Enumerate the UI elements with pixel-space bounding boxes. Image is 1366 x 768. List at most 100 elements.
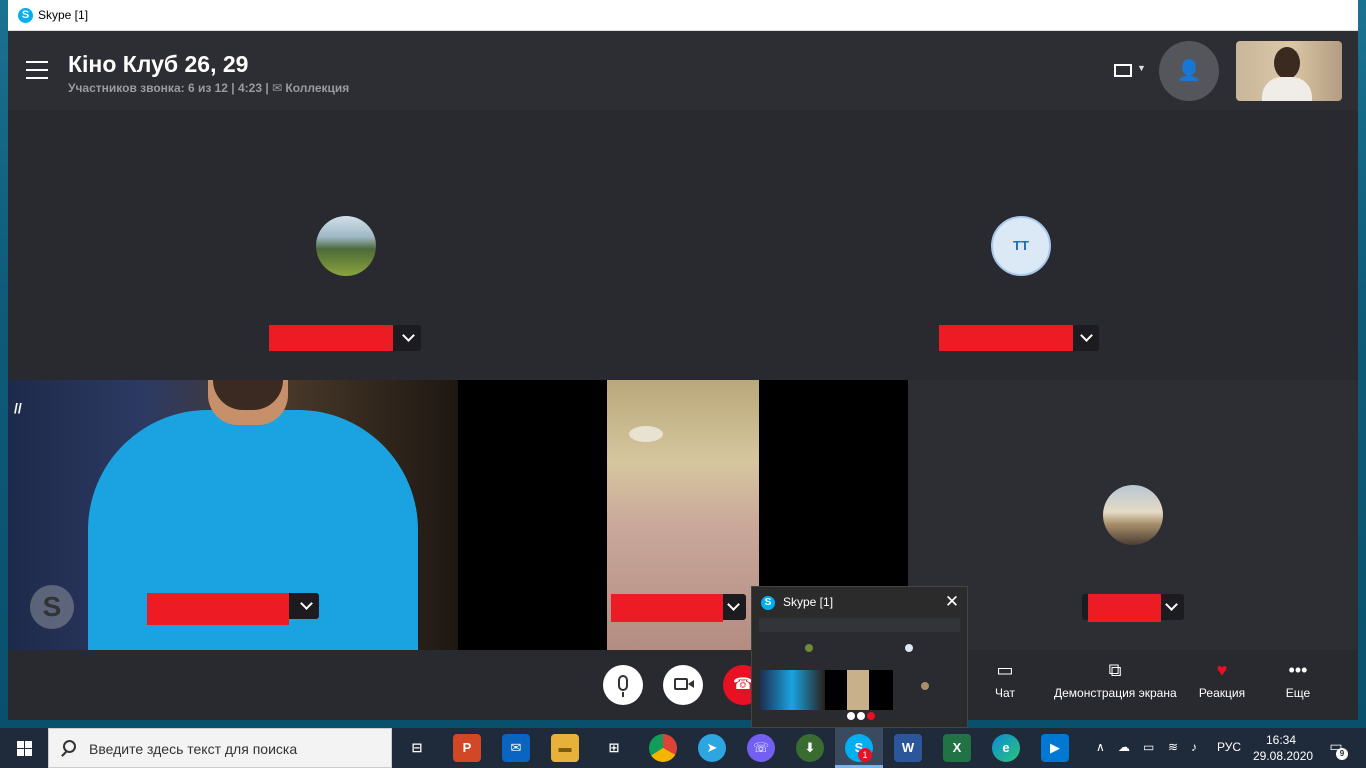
screen-share-icon: ⧉: [1108, 660, 1122, 680]
share-label: Демонстрация экрана: [1054, 686, 1177, 700]
chevron-down-icon: ▼: [1137, 63, 1146, 73]
self-body: [1262, 77, 1312, 101]
participants-stage: TT // S: [8, 110, 1358, 650]
video-black-area: [458, 380, 607, 650]
skype-window: S Skype [1] Кіно Клуб 26, 29 Участников …: [8, 0, 1358, 720]
reaction-label: Реакция: [1198, 686, 1246, 700]
media-player-icon[interactable]: ▶: [1041, 734, 1069, 762]
paused-indicator-icon: //: [14, 400, 22, 416]
thumbnail-header: S Skype [1] ✕: [752, 587, 967, 617]
redacted-name: [939, 325, 1073, 351]
preview-avatar: [805, 644, 813, 652]
taskbar-clock[interactable]: 16:34 29.08.2020: [1253, 732, 1313, 764]
onedrive-icon[interactable]: ☁: [1118, 740, 1130, 754]
self-video-preview[interactable]: [1236, 41, 1342, 101]
windows-logo-icon: [17, 741, 32, 756]
skype-logo-icon: S: [761, 596, 775, 610]
heart-icon: ♥: [1216, 660, 1228, 680]
taskbar-thumbnail[interactable]: S Skype [1] ✕: [751, 586, 968, 728]
layout-button[interactable]: ▼: [1112, 59, 1148, 83]
participant-name-pill[interactable]: [611, 594, 746, 622]
edge-icon[interactable]: e: [992, 734, 1020, 762]
windows-taskbar: Введите здесь текст для поиска ⊟ P ✉ ▬ ⊞…: [0, 728, 1366, 768]
mute-button[interactable]: [603, 665, 643, 705]
search-icon-handle: [61, 751, 67, 757]
preview-video: [847, 670, 869, 710]
camera-icon: [674, 678, 688, 690]
camera-button[interactable]: [663, 665, 703, 705]
battery-icon[interactable]: ▭: [1143, 740, 1154, 754]
notification-center-icon[interactable]: ▭ 9: [1326, 738, 1348, 760]
call-controls: ☎ ▭ Чат ⧉ Демонстрация экрана ♥ Реакция …: [8, 650, 1358, 720]
title-bar: S Skype [1]: [8, 0, 1358, 31]
file-explorer-icon[interactable]: ▬: [551, 734, 579, 762]
skype-logo-icon: S: [18, 8, 33, 23]
word-icon[interactable]: W: [894, 734, 922, 762]
chevron-down-icon: [300, 597, 313, 610]
reaction-button[interactable]: ♥ Реакция: [1198, 658, 1246, 700]
preview-control: [857, 712, 865, 720]
chat-button[interactable]: ▭ Чат: [988, 658, 1022, 700]
viber-icon[interactable]: ☏: [747, 734, 775, 762]
redacted-name: [269, 325, 393, 351]
self-head: [1274, 47, 1300, 79]
participant-name-pill[interactable]: [1082, 594, 1184, 622]
chevron-down-icon: [727, 598, 740, 611]
video-lamp: [629, 426, 663, 442]
more-label: Еще: [1285, 686, 1311, 700]
participant-name-pill[interactable]: [269, 325, 421, 351]
chevron-down-icon: [1165, 598, 1178, 611]
skype-unread-badge: 1: [858, 748, 872, 762]
window-title: Skype [1]: [38, 8, 89, 22]
preview-avatar: [905, 644, 913, 652]
close-icon[interactable]: ✕: [942, 592, 962, 612]
chevron-down-icon: [1080, 329, 1093, 342]
preview-video: [759, 670, 825, 710]
language-indicator[interactable]: РУС: [1217, 740, 1241, 754]
chat-label: Чат: [995, 686, 1015, 700]
more-icon: •••: [1288, 660, 1308, 680]
redacted-name: [1088, 594, 1161, 622]
task-view-icon[interactable]: ⊟: [403, 734, 431, 762]
participant-name-pill[interactable]: [939, 325, 1099, 351]
mail-icon[interactable]: ✉: [502, 734, 530, 762]
powerpoint-icon[interactable]: P: [453, 734, 481, 762]
preview-control: [847, 712, 855, 720]
camera-lens: [688, 680, 694, 688]
volume-icon[interactable]: ♪: [1191, 740, 1197, 754]
hamburger-icon[interactable]: [26, 61, 48, 79]
store-icon[interactable]: ⊞: [600, 734, 628, 762]
app-icon[interactable]: ⬇: [796, 734, 824, 762]
chat-icon: ▭: [996, 660, 1014, 680]
participant-avatar[interactable]: [316, 216, 376, 276]
taskbar-search[interactable]: Введите здесь текст для поиска: [48, 728, 392, 768]
telegram-icon[interactable]: ➤: [698, 734, 726, 762]
participant-name-pill[interactable]: [147, 593, 319, 625]
tray-chevron-up-icon[interactable]: ∧: [1096, 740, 1105, 754]
call-title: Кіно Клуб 26, 29: [68, 51, 249, 77]
preview-avatar: [921, 682, 929, 690]
layout-icon: [1114, 64, 1132, 77]
redacted-name: [611, 594, 723, 622]
thumbnail-title: Skype [1]: [783, 595, 834, 609]
call-subtitle[interactable]: Участников звонка: 6 из 12 | 4:23 | ✉ Ко…: [68, 81, 349, 95]
call-header: Кіно Клуб 26, 29 Участников звонка: 6 из…: [8, 31, 1358, 110]
participant-avatar[interactable]: [1103, 485, 1163, 545]
add-participant-button[interactable]: 👤: [1159, 41, 1219, 101]
redacted-name: [147, 593, 289, 625]
microphone-icon: [618, 675, 628, 691]
excel-icon[interactable]: X: [943, 734, 971, 762]
search-placeholder: Введите здесь текст для поиска: [89, 741, 298, 757]
clock-time: 16:34: [1265, 733, 1297, 747]
add-person-icon: 👤: [1176, 60, 1202, 82]
screen-share-button[interactable]: ⧉ Демонстрация экрана: [1054, 658, 1177, 700]
participant-avatar-tt[interactable]: TT: [991, 216, 1051, 276]
more-button[interactable]: ••• Еще: [1282, 658, 1314, 700]
skype-badge-icon: S: [30, 585, 74, 629]
mic-stand: [622, 692, 624, 697]
wifi-icon[interactable]: ≋: [1168, 740, 1178, 754]
notification-count: 9: [1336, 748, 1348, 760]
chrome-icon[interactable]: [649, 734, 677, 762]
start-button[interactable]: [0, 728, 48, 768]
thumbnail-preview[interactable]: [759, 618, 960, 721]
